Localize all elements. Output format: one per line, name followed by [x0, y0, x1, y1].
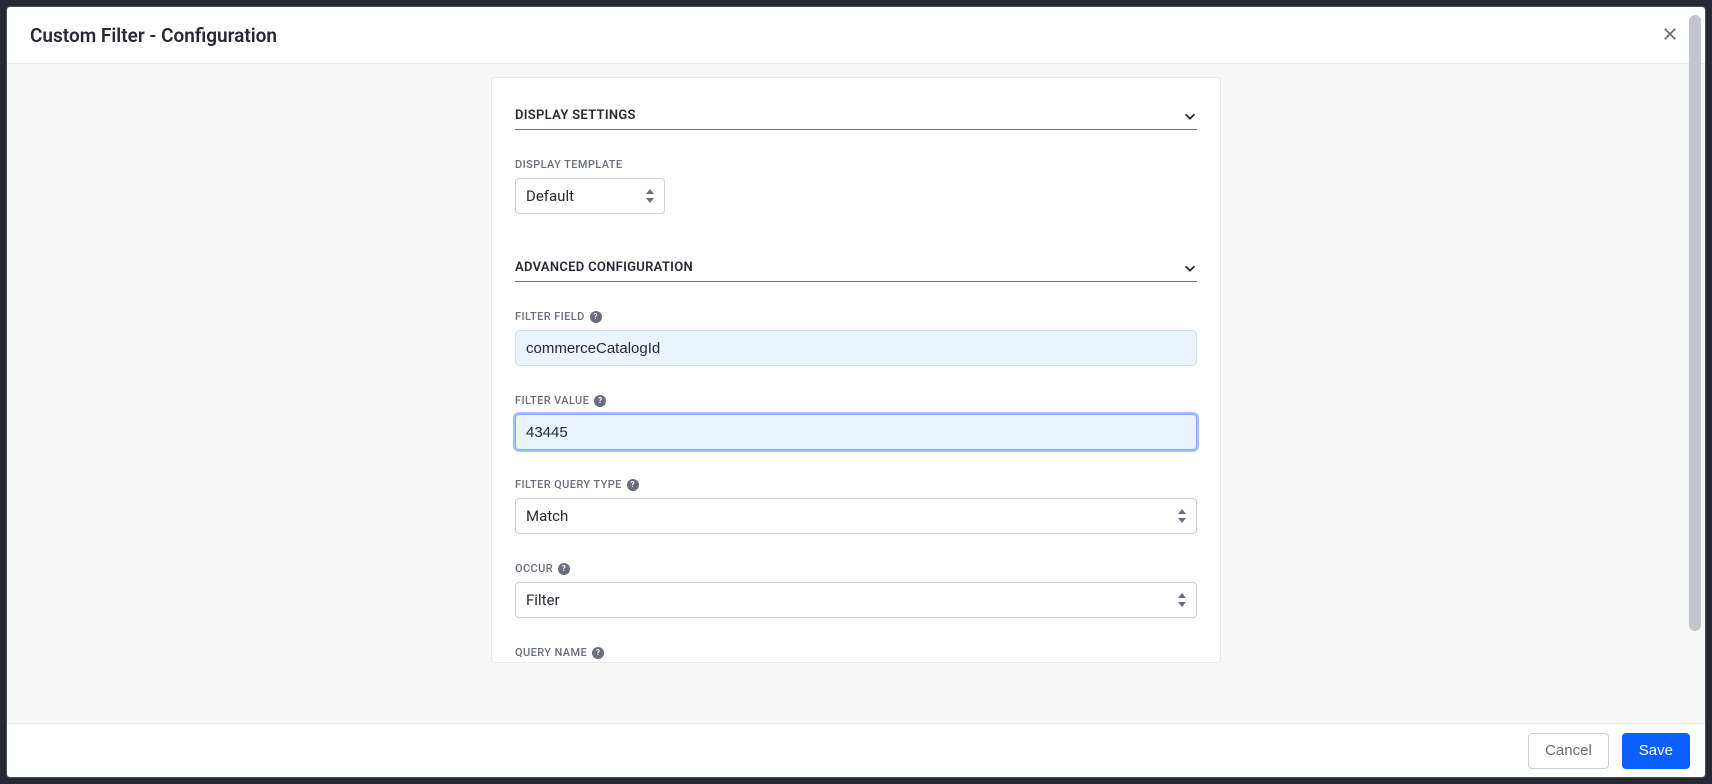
modal-footer: Cancel Save — [7, 723, 1705, 777]
query-name-label: QUERY NAME ? — [515, 646, 1197, 659]
filter-value-label: FILTER VALUE ? — [515, 394, 1197, 407]
modal-header: Custom Filter - Configuration — [7, 7, 1705, 64]
config-modal: Custom Filter - Configuration DISPLAY SE… — [6, 6, 1706, 778]
display-template-group: DISPLAY TEMPLATE Default — [515, 158, 1197, 214]
chevron-down-icon — [1183, 109, 1197, 123]
display-template-select[interactable]: Default — [515, 178, 665, 214]
occur-label: OCCUR ? — [515, 562, 1197, 575]
modal-title: Custom Filter - Configuration — [30, 24, 277, 47]
filter-field-input[interactable] — [515, 330, 1197, 366]
advanced-configuration-section: ADVANCED CONFIGURATION FILTER FIELD ? FI… — [515, 260, 1197, 659]
scrollbar-thumb[interactable] — [1689, 15, 1701, 631]
chevron-down-icon — [1183, 261, 1197, 275]
help-icon[interactable]: ? — [594, 395, 606, 407]
close-button[interactable] — [1658, 23, 1682, 47]
display-settings-section: DISPLAY SETTINGS DISPLAY TEMPLATE Defaul… — [515, 108, 1197, 214]
filter-query-type-label: FILTER QUERY TYPE ? — [515, 478, 1197, 491]
display-settings-title: DISPLAY SETTINGS — [515, 108, 636, 123]
save-button[interactable]: Save — [1622, 733, 1690, 769]
cancel-button[interactable]: Cancel — [1528, 733, 1609, 769]
advanced-configuration-header[interactable]: ADVANCED CONFIGURATION — [515, 260, 1197, 282]
config-card: DISPLAY SETTINGS DISPLAY TEMPLATE Defaul… — [491, 77, 1221, 663]
filter-field-group: FILTER FIELD ? — [515, 310, 1197, 366]
help-icon[interactable]: ? — [592, 647, 604, 659]
filter-query-type-select[interactable]: Match — [515, 498, 1197, 534]
query-name-group: QUERY NAME ? — [515, 646, 1197, 659]
occur-select[interactable]: Filter — [515, 582, 1197, 618]
filter-field-label: FILTER FIELD ? — [515, 310, 1197, 323]
scrollbar[interactable] — [1689, 15, 1701, 715]
filter-query-type-group: FILTER QUERY TYPE ? Match — [515, 478, 1197, 534]
occur-group: OCCUR ? Filter — [515, 562, 1197, 618]
filter-value-input[interactable] — [515, 414, 1197, 450]
modal-body: DISPLAY SETTINGS DISPLAY TEMPLATE Defaul… — [7, 64, 1705, 723]
help-icon[interactable]: ? — [590, 311, 602, 323]
display-template-label: DISPLAY TEMPLATE — [515, 158, 1197, 171]
help-icon[interactable]: ? — [627, 479, 639, 491]
display-settings-header[interactable]: DISPLAY SETTINGS — [515, 108, 1197, 130]
help-icon[interactable]: ? — [558, 563, 570, 575]
close-icon — [1663, 27, 1677, 41]
filter-value-group: FILTER VALUE ? — [515, 394, 1197, 450]
advanced-configuration-title: ADVANCED CONFIGURATION — [515, 260, 693, 275]
